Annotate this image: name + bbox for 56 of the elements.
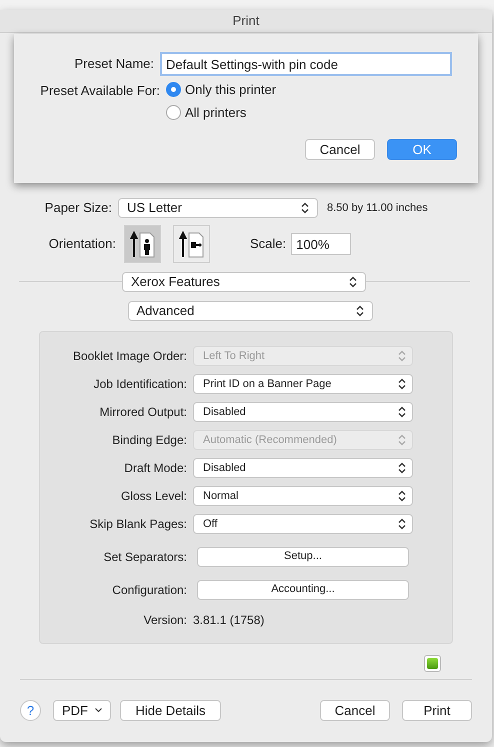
paper-dimensions: 8.50 by 11.00 inches	[327, 200, 428, 216]
hide-details-button[interactable]: Hide Details	[120, 700, 221, 721]
setting-label: Binding Edge:	[111, 432, 188, 449]
chevron-icon	[398, 434, 406, 446]
setting-label: Draft Mode:	[123, 460, 188, 477]
subsection-menu[interactable]: Advanced	[128, 301, 372, 321]
preset-name-field[interactable]: Default Settings-with pin code	[160, 52, 452, 76]
setting-label: Job Identification:	[92, 376, 188, 393]
radio-label: Only this printer	[185, 81, 276, 99]
portrait-orientation-icon	[130, 229, 156, 259]
chevron-icon	[398, 378, 406, 390]
setting-label: Set Separators:	[102, 548, 188, 566]
landscape-orientation-icon	[178, 229, 204, 259]
orientation-option[interactable]	[124, 225, 161, 263]
radio-button[interactable]	[166, 82, 181, 98]
chevron-icon	[356, 305, 364, 317]
window-title: Print	[232, 12, 260, 30]
setting-popup[interactable]: Print ID on a Banner Page	[193, 374, 413, 394]
sheet-button[interactable]: Cancel	[305, 139, 375, 160]
pdf-menu-button[interactable]: PDF	[53, 700, 111, 721]
available-for-label: Preset Available For:	[39, 82, 161, 100]
version-text: 3.81.1 (1758)	[193, 612, 264, 629]
chevron-icon	[349, 276, 357, 288]
chevron-icon	[398, 462, 406, 474]
chevron-icon	[398, 490, 406, 502]
setting-button[interactable]: Accounting...	[197, 580, 409, 600]
scale-label: Scale:	[250, 235, 286, 254]
radio-button[interactable]	[166, 104, 181, 120]
setting-label: Version:	[142, 612, 188, 629]
setting-popup[interactable]: Disabled	[193, 402, 413, 422]
setting-popup[interactable]: Normal	[193, 486, 413, 506]
status-icon	[424, 655, 441, 672]
section-menu[interactable]: Xerox Features	[122, 272, 366, 292]
setting-button[interactable]: Setup...	[197, 546, 409, 566]
preset-name-label: Preset Name:	[74, 55, 155, 74]
radio-label: All printers	[185, 104, 246, 122]
orientation-option[interactable]	[173, 225, 210, 263]
setting-label: Skip Blank Pages:	[88, 516, 188, 533]
footer-button[interactable]: Cancel	[320, 700, 390, 721]
setting-label: Mirrored Output:	[98, 404, 188, 421]
setting-label: Booklet Image Order:	[72, 348, 188, 365]
chevron-icon	[398, 350, 406, 362]
setting-popup[interactable]: Disabled	[193, 458, 413, 478]
setting-popup[interactable]: Off	[193, 514, 413, 534]
caret-icon	[95, 708, 102, 713]
chevron-icon	[398, 518, 406, 530]
chevron-icon	[301, 202, 309, 214]
help-button[interactable]: ?	[20, 700, 41, 721]
paper-size-popup[interactable]: US Letter	[118, 198, 318, 218]
paper-size-label: Paper Size:	[44, 199, 113, 218]
setting-label: Configuration:	[111, 582, 188, 598]
orientation-label: Orientation:	[48, 235, 117, 254]
setting-label: Gloss Level:	[120, 488, 188, 505]
scale-field[interactable]: 100%	[291, 233, 352, 255]
chevron-icon	[398, 406, 406, 418]
footer-button[interactable]: Print	[402, 700, 472, 721]
